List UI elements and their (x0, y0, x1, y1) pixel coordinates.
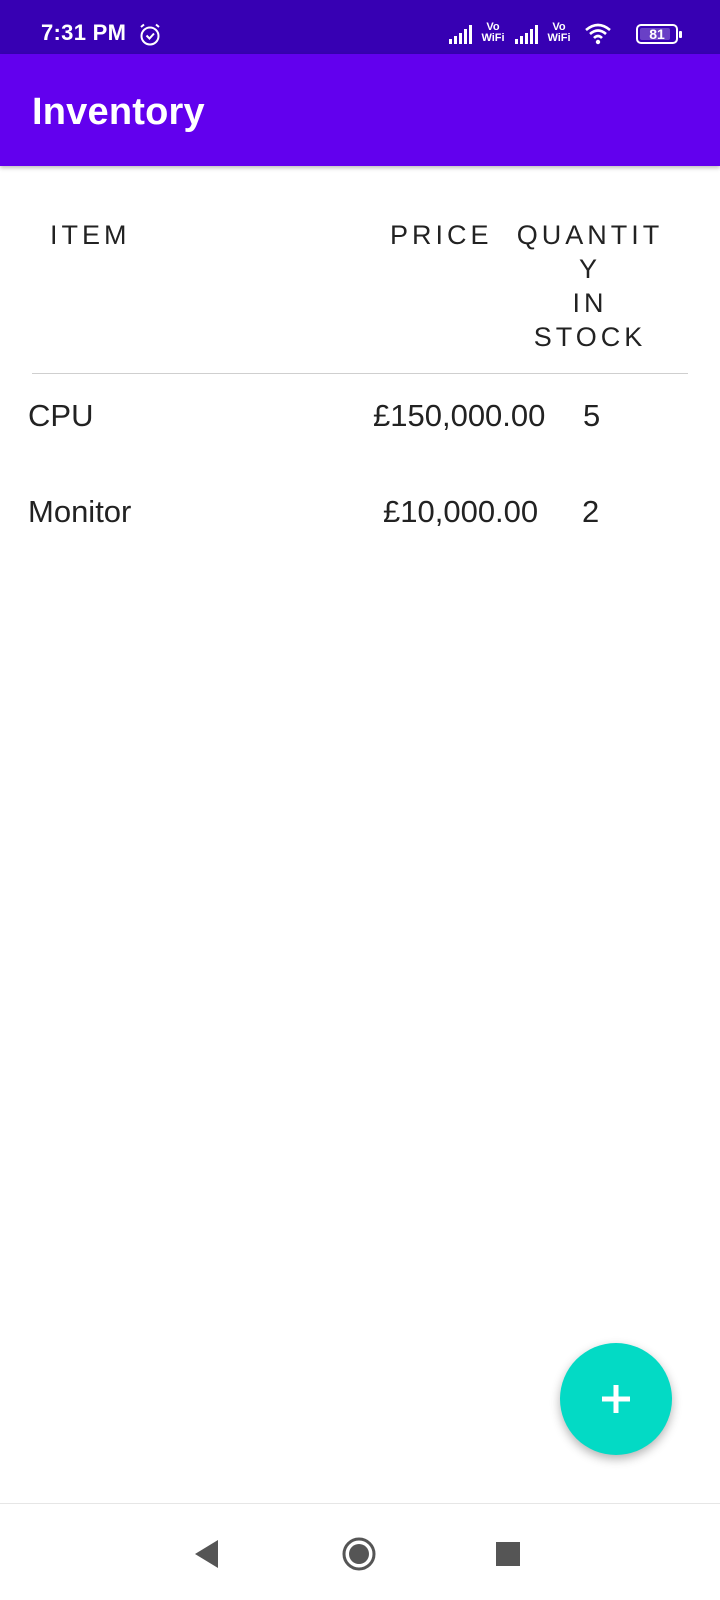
add-item-button[interactable] (560, 1343, 672, 1455)
home-circle-icon[interactable] (341, 1536, 377, 1572)
recents-square-icon[interactable] (490, 1536, 526, 1572)
cell-signal-icon (515, 25, 538, 44)
cell-signal-icon (449, 25, 472, 44)
vowifi-icon: Vo WiFi (547, 21, 571, 44)
app-bar: Inventory (0, 54, 720, 166)
column-header-quantity: QUANTIT Y IN STOCK (516, 220, 664, 352)
vowifi-icon: Vo WiFi (481, 21, 505, 44)
wifi-icon (585, 23, 611, 45)
back-triangle-icon[interactable] (190, 1536, 226, 1572)
item-quantity: 2 (582, 494, 600, 529)
item-price: £10,000.00 (383, 494, 539, 529)
status-time: 7:31 PM (41, 20, 127, 45)
battery-icon: 81 (636, 24, 682, 44)
item-price: £150,000.00 (373, 398, 546, 433)
column-header-item: ITEM (50, 220, 131, 250)
plus-icon (602, 1385, 630, 1413)
system-nav-bar (0, 1503, 720, 1600)
table-row[interactable]: CPU £150,000.00 5 (0, 398, 720, 458)
status-bar: 7:31 PM Vo WiFi Vo WiFi 81 (0, 0, 720, 54)
column-header-price: PRICE (390, 220, 493, 250)
page-title: Inventory (32, 91, 205, 133)
alarm-icon (140, 23, 160, 46)
table-row[interactable]: Monitor £10,000.00 2 (0, 494, 720, 554)
item-name: Monitor (28, 494, 132, 529)
item-quantity: 5 (583, 398, 601, 433)
status-icons: Vo WiFi Vo WiFi 81 (448, 20, 684, 48)
item-name: CPU (28, 398, 94, 433)
header-divider (32, 373, 688, 374)
